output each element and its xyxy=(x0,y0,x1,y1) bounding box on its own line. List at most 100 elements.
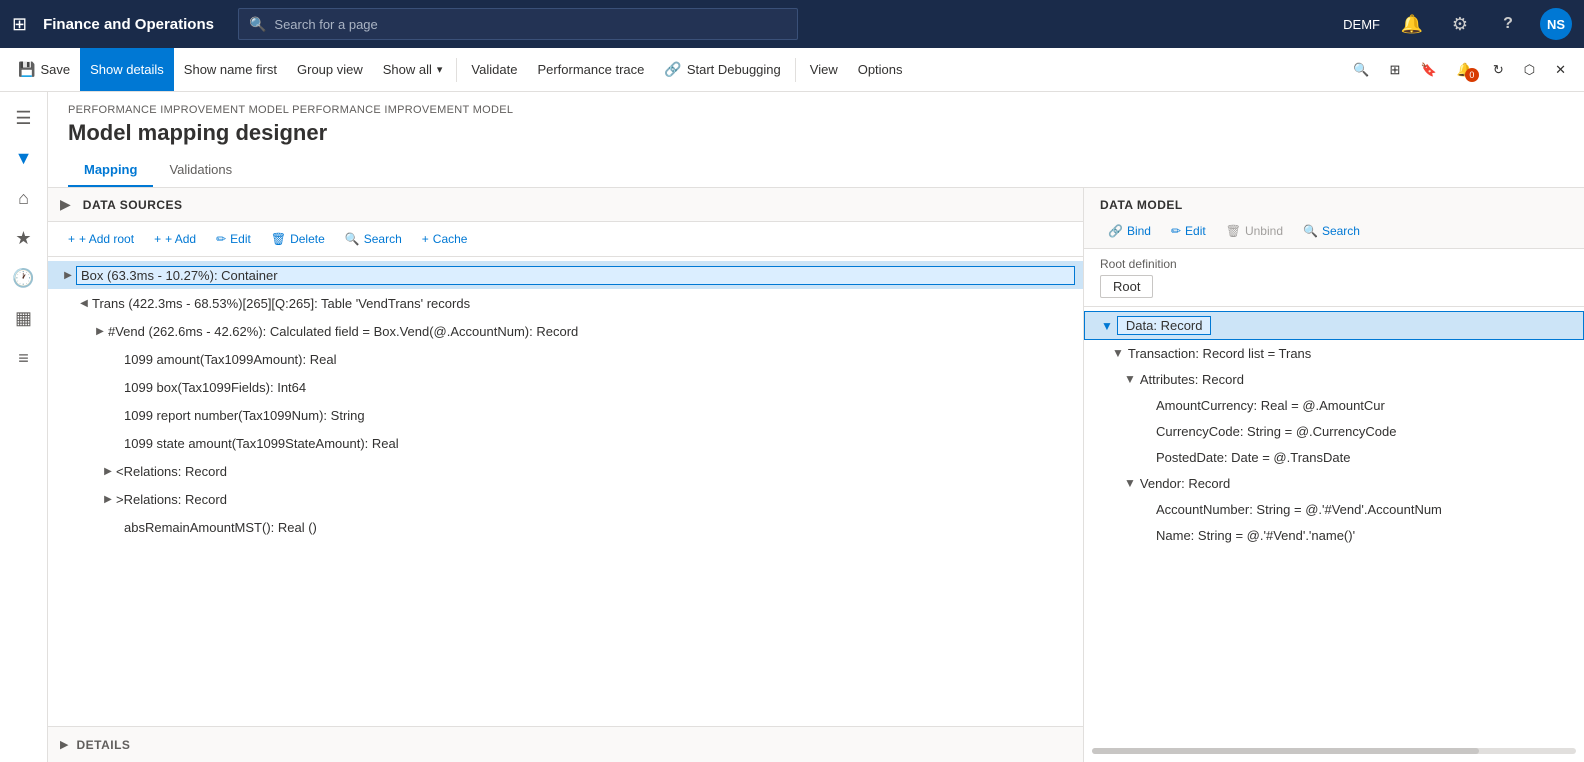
dm-expander-data[interactable]: ▼ xyxy=(1101,319,1113,333)
delete-button[interactable]: 🗑 Delete xyxy=(263,228,333,250)
help-icon[interactable]: ? xyxy=(1492,8,1524,40)
bind-button[interactable]: 🔗 Bind xyxy=(1100,220,1159,242)
expander-rel2[interactable]: ▶ xyxy=(100,491,116,507)
unbind-icon: 🗑 xyxy=(1226,224,1241,238)
tree-item-rel1-label: <Relations: Record xyxy=(116,464,1075,479)
tree-item-box-label: Box (63.3ms - 10.27%): Container xyxy=(76,266,1075,285)
start-debugging-button[interactable]: 🔗 Start Debugging xyxy=(654,48,790,91)
bookmark-icon: 🔖 xyxy=(1420,62,1436,78)
dm-item-name[interactable]: Name: String = @.'#Vend'.'name()' xyxy=(1084,522,1584,548)
data-sources-header: ▶ DATA SOURCES xyxy=(48,188,1083,222)
environment-label: DEMF xyxy=(1343,17,1380,32)
sidebar-list-icon[interactable]: ≡ xyxy=(6,340,42,376)
app-grid-icon[interactable]: ⊞ xyxy=(12,14,27,35)
cache-button[interactable]: + Cache xyxy=(414,228,476,250)
edit-button[interactable]: ✏ Edit xyxy=(208,228,259,250)
command-bar-right: 🔍 ⊞ 🔖 🔔 0 ↻ ⬡ ✕ xyxy=(1343,62,1576,78)
search-button[interactable]: 🔍 xyxy=(1343,62,1379,78)
sidebar-menu-icon[interactable]: ☰ xyxy=(6,100,42,136)
tree-item-abs[interactable]: absRemainAmountMST(): Real () xyxy=(48,513,1083,541)
dm-item-currency-code[interactable]: CurrencyCode: String = @.CurrencyCode xyxy=(1084,418,1584,444)
command-bar: 💾 Save Show details Show name first Grou… xyxy=(0,48,1584,92)
sidebar-clock-icon[interactable]: 🕐 xyxy=(6,260,42,296)
expander-box[interactable]: ▶ xyxy=(60,267,76,283)
panel-toggle[interactable]: ▶ xyxy=(60,196,71,213)
tree-item-rel2[interactable]: ▶ >Relations: Record xyxy=(48,485,1083,513)
details-title: DETAILS xyxy=(76,738,130,752)
tree-item-vend[interactable]: ▶ #Vend (262.6ms - 42.62%): Calculated f… xyxy=(48,317,1083,345)
dm-item-data[interactable]: ▼ Data: Record xyxy=(1084,311,1584,340)
root-def-value: Root xyxy=(1100,275,1153,298)
bind-icon: 🔗 xyxy=(1108,224,1123,238)
show-details-button[interactable]: Show details xyxy=(80,48,174,91)
ds-search-button[interactable]: 🔍 Search xyxy=(337,228,410,250)
dm-item-posted-date[interactable]: PostedDate: Date = @.TransDate xyxy=(1084,444,1584,470)
add-icon: + xyxy=(154,232,161,246)
body-split: ▶ DATA SOURCES + + Add root + + Add ✏ Ed… xyxy=(48,188,1584,762)
root-definition: Root definition Root xyxy=(1084,249,1584,307)
expander-rel1[interactable]: ▶ xyxy=(100,463,116,479)
tree-item-1099-report-label: 1099 report number(Tax1099Num): String xyxy=(124,408,1075,423)
edit-icon: ✏ xyxy=(216,232,226,246)
dm-item-account-number[interactable]: AccountNumber: String = @.'#Vend'.Accoun… xyxy=(1084,496,1584,522)
tree-item-trans[interactable]: ◀ Trans (422.3ms - 68.53%)[265][Q:265]: … xyxy=(48,289,1083,317)
group-view-button[interactable]: Group view xyxy=(287,48,373,91)
tree-item-box[interactable]: ▶ Box (63.3ms - 10.27%): Container xyxy=(48,261,1083,289)
dm-expander-vendor[interactable]: ▼ xyxy=(1124,476,1136,490)
open-new-button[interactable]: ⬡ xyxy=(1514,62,1545,78)
show-all-button[interactable]: Show all ▾ xyxy=(373,48,453,91)
global-search-bar[interactable]: 🔍 Search for a page xyxy=(238,8,798,40)
app-title: Finance and Operations xyxy=(43,16,214,33)
tree-item-1099-box[interactable]: 1099 box(Tax1099Fields): Int64 xyxy=(48,373,1083,401)
options-button[interactable]: Options xyxy=(848,48,913,91)
bookmark-button[interactable]: 🔖 xyxy=(1410,62,1446,78)
tree-item-rel1[interactable]: ▶ <Relations: Record xyxy=(48,457,1083,485)
dm-search-button[interactable]: 🔍 Search xyxy=(1295,220,1368,242)
expander-trans[interactable]: ◀ xyxy=(76,295,92,311)
dm-search-icon: 🔍 xyxy=(1303,224,1318,238)
pin-button[interactable]: ⊞ xyxy=(1380,62,1411,78)
expander-vend[interactable]: ▶ xyxy=(92,323,108,339)
add-button[interactable]: + + Add xyxy=(146,228,204,250)
separator-1 xyxy=(456,58,457,82)
performance-trace-button[interactable]: Performance trace xyxy=(527,48,654,91)
dm-item-amount-currency-label: AmountCurrency: Real = @.AmountCur xyxy=(1156,398,1385,413)
dm-expander-attributes[interactable]: ▼ xyxy=(1124,372,1136,386)
tree-item-1099-report[interactable]: 1099 report number(Tax1099Num): String xyxy=(48,401,1083,429)
sidebar-filter-icon[interactable]: ▼ xyxy=(6,140,42,176)
view-button[interactable]: View xyxy=(800,48,848,91)
refresh-button[interactable]: ↻ xyxy=(1483,62,1514,78)
sidebar-star-icon[interactable]: ★ xyxy=(6,220,42,256)
close-icon: ✕ xyxy=(1555,62,1566,78)
data-model-panel: DATA MODEL 🔗 Bind ✏ Edit 🗑 Unbind xyxy=(1084,188,1584,762)
close-button[interactable]: ✕ xyxy=(1545,62,1576,78)
validate-button[interactable]: Validate xyxy=(461,48,527,91)
unbind-button[interactable]: 🗑 Unbind xyxy=(1218,220,1291,242)
dm-item-transaction[interactable]: ▼ Transaction: Record list = Trans xyxy=(1084,340,1584,366)
gear-icon[interactable]: ⚙ xyxy=(1444,8,1476,40)
tree-item-trans-label: Trans (422.3ms - 68.53%)[265][Q:265]: Ta… xyxy=(92,296,1075,311)
tab-validations[interactable]: Validations xyxy=(153,154,248,187)
tree-item-1099-amount[interactable]: 1099 amount(Tax1099Amount): Real xyxy=(48,345,1083,373)
notification-badge-button[interactable]: 🔔 0 xyxy=(1447,62,1483,78)
top-right-icons: DEMF 🔔 ⚙ ? NS xyxy=(1343,8,1572,40)
sidebar-table-icon[interactable]: ▦ xyxy=(6,300,42,336)
dm-item-amount-currency[interactable]: AmountCurrency: Real = @.AmountCur xyxy=(1084,392,1584,418)
dm-item-vendor[interactable]: ▼ Vendor: Record xyxy=(1084,470,1584,496)
dm-edit-button[interactable]: ✏ Edit xyxy=(1163,220,1214,242)
page-title: Model mapping designer xyxy=(68,120,1564,146)
show-name-first-button[interactable]: Show name first xyxy=(174,48,287,91)
bell-icon[interactable]: 🔔 xyxy=(1396,8,1428,40)
dm-expander-transaction[interactable]: ▼ xyxy=(1112,346,1124,360)
tree-item-1099-state[interactable]: 1099 state amount(Tax1099StateAmount): R… xyxy=(48,429,1083,457)
dm-item-currency-code-label: CurrencyCode: String = @.CurrencyCode xyxy=(1156,424,1396,439)
dm-item-attributes[interactable]: ▼ Attributes: Record xyxy=(1084,366,1584,392)
save-button[interactable]: 💾 Save xyxy=(8,48,80,91)
details-expander[interactable]: ▶ xyxy=(60,738,68,751)
dm-edit-icon: ✏ xyxy=(1171,224,1181,238)
sidebar-home-icon[interactable]: ⌂ xyxy=(6,180,42,216)
tab-mapping[interactable]: Mapping xyxy=(68,154,153,187)
add-root-button[interactable]: + + Add root xyxy=(60,228,142,250)
avatar[interactable]: NS xyxy=(1540,8,1572,40)
horizontal-scrollbar[interactable] xyxy=(1092,748,1576,754)
